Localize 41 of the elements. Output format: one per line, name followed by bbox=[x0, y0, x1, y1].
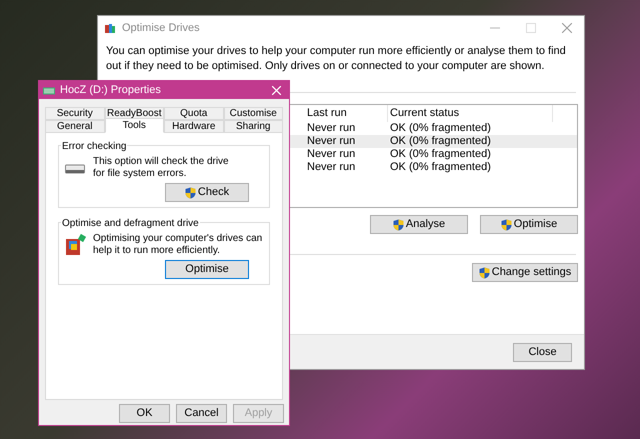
tab[interactable]: General bbox=[45, 120, 104, 133]
table-cell-text: OK (0% fragmented) bbox=[389, 134, 492, 149]
table-cell-text: OK (0% fragmented) bbox=[389, 160, 492, 176]
optimise-drive-button[interactable]: Optimise bbox=[165, 260, 249, 279]
drive-icon bbox=[43, 86, 55, 94]
group-description: Optimising your computer's drives can help it to run more efficiently. bbox=[93, 233, 263, 257]
dialog-button[interactable]: Cancel bbox=[176, 404, 227, 423]
table-cell-text: OK (0% fragmented) bbox=[389, 147, 492, 162]
change-settings-button[interactable]: Change settings bbox=[472, 263, 578, 282]
tab[interactable]: Tools bbox=[104, 118, 164, 133]
intro-text: You can optimise your drives to help your computer run more efficiently or analyse them to find out if they need to be optimised. Only drives on or connected to your computer are shown. bbox=[105, 44, 567, 74]
check-button[interactable]: Check bbox=[165, 183, 249, 202]
defrag-icon bbox=[65, 233, 87, 257]
optimise-button[interactable]: Optimise bbox=[480, 215, 578, 234]
table-cell-text: Never run bbox=[306, 121, 356, 136]
close-button[interactable]: Close bbox=[513, 342, 572, 362]
shield-icon bbox=[392, 218, 404, 230]
analyse-button[interactable]: Analyse bbox=[370, 215, 468, 234]
tab[interactable]: Hardware bbox=[164, 120, 224, 133]
tab[interactable]: Quota bbox=[164, 107, 224, 120]
column-header[interactable]: Current status bbox=[388, 105, 553, 122]
group-title: Optimise and defragment drive bbox=[61, 216, 200, 231]
tab[interactable]: Sharing bbox=[224, 120, 283, 133]
table-cell-text: OK (0% fragmented) bbox=[389, 121, 492, 136]
dialog-title: HocZ (D:) Properties bbox=[60, 82, 161, 98]
close-icon[interactable] bbox=[562, 23, 572, 33]
shield-icon bbox=[184, 186, 196, 198]
table-cell-text: Never run bbox=[306, 134, 356, 149]
shield-icon bbox=[478, 266, 490, 278]
group-title: Error checking bbox=[61, 139, 128, 154]
table-cell-text: Never run bbox=[306, 160, 356, 176]
shield-icon bbox=[500, 218, 512, 230]
app-icon bbox=[104, 22, 116, 34]
dialog-button[interactable]: OK bbox=[119, 404, 170, 423]
column-header[interactable]: Last run bbox=[305, 105, 388, 122]
hard-drive-icon bbox=[65, 164, 85, 174]
window-title: Optimise Drives bbox=[122, 20, 200, 36]
tab[interactable]: Customise bbox=[224, 107, 283, 120]
tab[interactable]: Security bbox=[45, 107, 104, 120]
group-description: This option will check the drive for file system errors. bbox=[92, 156, 230, 180]
table-cell-text: Never run bbox=[306, 147, 356, 162]
